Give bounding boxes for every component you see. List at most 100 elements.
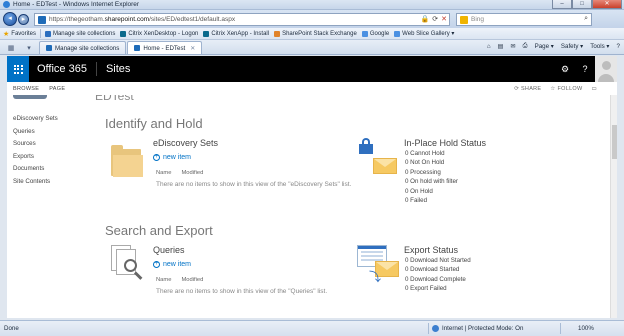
vertical-scrollbar[interactable] <box>610 95 617 318</box>
plus-icon: + <box>153 261 160 268</box>
quick-tabs-icon[interactable]: ▦ <box>3 42 19 54</box>
window-title: Home - EDTest - Windows Internet Explore… <box>13 1 140 8</box>
export-status-item: 0 Download Started <box>405 266 460 274</box>
ediscovery-sets-title[interactable]: eDiscovery Sets <box>153 138 218 148</box>
app-launcher-icon[interactable] <box>7 56 29 82</box>
nav-queries[interactable]: Queries <box>13 128 58 141</box>
export-status-title[interactable]: Export Status <box>404 245 458 255</box>
queries-title[interactable]: Queries <box>153 245 185 255</box>
export-status-icon: ⤵ <box>357 245 401 289</box>
window-title-bar: Home - EDTest - Windows Internet Explore… <box>0 0 624 10</box>
browser-status-bar: Done Internet | Protected Mode: On 100% <box>0 320 624 336</box>
favorite-link[interactable]: Citrix XenApp - Install <box>203 30 269 37</box>
focus-icon[interactable]: ▭ <box>592 86 598 92</box>
column-modified[interactable]: Modified <box>181 277 203 283</box>
search-icon[interactable]: ⌕ <box>584 15 588 23</box>
export-status-item: 0 Export Failed <box>405 285 447 293</box>
tools-menu[interactable]: Tools ▾ <box>590 43 609 50</box>
favorite-link[interactable]: Web Slice Gallery ▾ <box>394 30 454 37</box>
status-text: Done <box>4 325 19 332</box>
new-item-queries-link[interactable]: + new item <box>153 261 191 268</box>
new-item-ediscovery-link[interactable]: + new item <box>153 154 191 161</box>
share-button[interactable]: ⟳ SHARE <box>514 86 541 92</box>
avatar[interactable] <box>595 56 617 82</box>
maximize-button[interactable]: □ <box>572 0 592 9</box>
identify-hold-heading: Identify and Hold <box>105 116 203 131</box>
ediscovery-column-headers: Name Modified <box>156 170 203 176</box>
queries-search-icon <box>111 245 147 283</box>
tab-browse[interactable]: BROWSE <box>13 86 39 92</box>
address-input[interactable]: https://thegeotham. sharepoint.com/sites/… <box>34 12 450 26</box>
nav-documents[interactable]: Documents <box>13 165 58 178</box>
column-name[interactable]: Name <box>156 277 171 283</box>
favorite-icon <box>361 30 368 37</box>
print-icon[interactable]: ⎙ <box>523 42 528 50</box>
nav-site-contents[interactable]: Site Contents <box>13 178 58 191</box>
home-icon[interactable]: ⌂ <box>487 43 491 50</box>
tab-list-icon[interactable]: ▾ <box>21 42 37 54</box>
tab-manage-site-collections[interactable]: Manage site collections <box>39 41 127 54</box>
sites-link[interactable]: Sites <box>106 63 130 75</box>
settings-gear-icon[interactable]: ⚙ <box>555 56 575 82</box>
favorite-link[interactable]: SharePoint Stack Exchange <box>274 30 357 37</box>
export-status-list: 0 Download Not Started 0 Download Starte… <box>405 257 471 295</box>
help-icon[interactable]: ? <box>575 56 595 82</box>
site-favicon <box>38 15 46 24</box>
suite-bar: Office 365 Sites ⚙ ? <box>7 56 617 82</box>
hold-status-item: 0 Cannot Hold <box>405 150 445 157</box>
minimize-button[interactable]: – <box>552 0 572 9</box>
back-button[interactable]: ◂ <box>3 12 17 26</box>
quick-launch: eDiscovery Sets Queries Sources Exports … <box>13 115 58 190</box>
hold-status-list: 0 Cannot Hold 0 Not On Hold 0 Processing… <box>405 150 458 206</box>
nav-ediscovery-sets[interactable]: eDiscovery Sets <box>13 115 58 128</box>
favorite-icon <box>44 30 51 37</box>
close-window-button[interactable]: ✕ <box>592 0 622 9</box>
plus-icon: + <box>153 154 160 161</box>
globe-icon <box>432 325 439 332</box>
nav-sources[interactable]: Sources <box>13 140 58 153</box>
search-placeholder: Bing <box>471 15 485 23</box>
url-path: /sites/ED/edtest1/default.aspx <box>149 15 236 23</box>
column-name[interactable]: Name <box>156 170 171 176</box>
stop-icon[interactable]: ✕ <box>441 15 447 23</box>
hold-status-item: 0 On hold with filter <box>405 178 458 186</box>
tab-favicon <box>134 45 141 51</box>
safety-menu[interactable]: Safety ▾ <box>561 43 583 50</box>
security-zone[interactable]: Internet | Protected Mode: On <box>432 325 523 332</box>
hold-status-item: 0 On Hold <box>405 187 433 195</box>
favorites-star-icon[interactable]: ★ <box>3 30 9 38</box>
favorites-bar: ★ Favorites Manage site collections Citr… <box>0 28 624 40</box>
favorite-link[interactable]: Citrix XenDesktop - Logon <box>120 30 198 37</box>
favorite-link[interactable]: Google <box>361 30 389 37</box>
refresh-icon[interactable]: ⟳ <box>432 15 438 23</box>
command-bar: ⌂ ▤ ✉ ⎙ Page ▾ Safety ▾ Tools ▾ ? <box>487 42 620 50</box>
ediscovery-folder-icon <box>111 144 147 180</box>
in-place-hold-title[interactable]: In-Place Hold Status <box>404 138 486 148</box>
favorite-icon <box>274 30 281 37</box>
office365-brand[interactable]: Office 365 <box>37 63 87 75</box>
address-bar-row: ◂ ▸ https://thegeotham. sharepoint.com/si… <box>0 10 624 28</box>
lock-icon[interactable]: 🔒 <box>421 15 430 23</box>
nav-exports[interactable]: Exports <box>13 153 58 166</box>
feeds-icon[interactable]: ▤ <box>498 43 504 50</box>
export-status-item: 0 Download Not Started <box>405 257 471 264</box>
tab-home-edtest[interactable]: Home - EDTest ✕ <box>127 41 203 54</box>
url-host: sharepoint.com <box>104 15 150 23</box>
site-logo[interactable] <box>13 95 47 99</box>
page-menu[interactable]: Page ▾ <box>535 43 554 50</box>
favorite-icon <box>120 30 127 37</box>
favorites-button[interactable]: Favorites <box>11 31 36 37</box>
column-modified[interactable]: Modified <box>181 170 203 176</box>
forward-button[interactable]: ▸ <box>18 13 29 25</box>
scrollbar-thumb[interactable] <box>612 125 617 159</box>
queries-empty-message: There are no items to show in this view … <box>156 288 328 295</box>
tab-page[interactable]: PAGE <box>49 86 65 92</box>
zoom-level[interactable]: 100% <box>578 325 594 332</box>
queries-column-headers: Name Modified <box>156 277 203 283</box>
close-tab-icon[interactable]: ✕ <box>190 45 195 52</box>
mail-icon[interactable]: ✉ <box>510 43 515 50</box>
favorite-link[interactable]: Manage site collections <box>44 30 115 37</box>
help-menu[interactable]: ? <box>617 43 620 50</box>
follow-button[interactable]: ☆ FOLLOW <box>550 86 582 92</box>
search-box[interactable]: Bing ⌕ <box>456 12 592 26</box>
